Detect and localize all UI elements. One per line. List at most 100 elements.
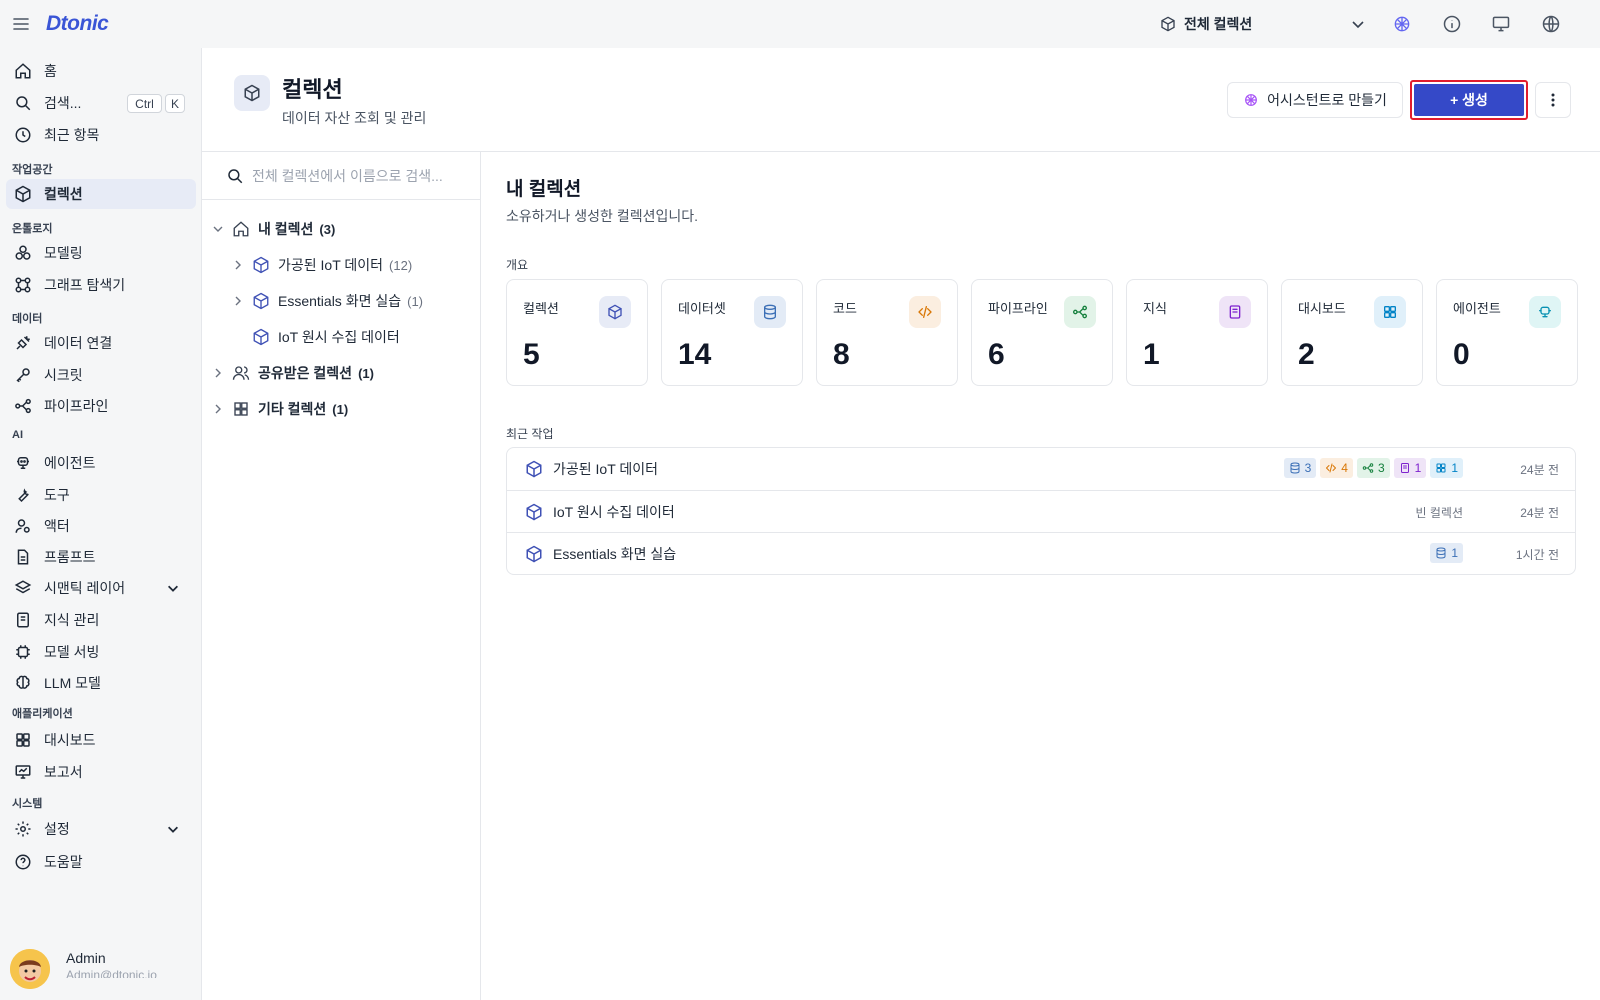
sidebar-item-reports[interactable]: 보고서 (6, 757, 196, 787)
recent-name: IoT 원시 수집 데이터 (553, 503, 675, 520)
create-with-assistant-label: 어시스턴트로 만들기 (1267, 92, 1387, 108)
tree-node-shared[interactable]: 공유받은 컬렉션 (1) (212, 359, 374, 387)
asset-badge: 3 (1356, 458, 1390, 478)
asset-badge-count: 3 (1377, 461, 1385, 475)
sidebar-item-agents[interactable]: 에이전트 (6, 448, 196, 478)
tree-node-other[interactable]: 기타 컬렉션 (1) (212, 395, 348, 423)
recent-row[interactable]: 가공된 IoT 데이터 3 4 3 1 1 24분 전 (507, 448, 1575, 490)
database-icon (754, 296, 786, 328)
sidebar-item-recent[interactable]: 최근 항목 (6, 120, 196, 150)
sidebar-item-pipelines[interactable]: 파이프라인 (6, 391, 196, 421)
recent-time: 24분 전 (1520, 506, 1559, 520)
collection-selector[interactable]: 전체 컬렉션 (1160, 10, 1366, 38)
create-button[interactable]: + 생성 (1410, 80, 1528, 120)
stat-card[interactable]: 데이터셋 14 (661, 279, 803, 386)
info-icon[interactable] (1442, 14, 1462, 34)
cube-icon (525, 503, 543, 521)
sidebar-item-label: 그래프 탐색기 (44, 277, 126, 293)
stat-label: 코드 (833, 301, 857, 316)
stat-value: 6 (988, 338, 1005, 371)
section-label-system: 시스템 (12, 798, 43, 810)
logo[interactable]: Dtonic (46, 12, 109, 36)
topbar: Dtonic 전체 컬렉션 (0, 0, 1600, 48)
chevron-right-icon (212, 367, 224, 379)
tree-node-my-collections[interactable]: 내 컬렉션 (3) (212, 215, 335, 243)
dashboard-icon (1374, 296, 1406, 328)
cube-icon (252, 328, 270, 346)
create-with-assistant-button[interactable]: 어시스턴트로 만들기 (1227, 82, 1403, 118)
section-subtitle: 소유하거나 생성한 컬렉션입니다. (506, 208, 698, 224)
sidebar: 홈 검색... Ctrl K 최근 항목 작업공간 컬렉션 온톨로지 모델링 그… (0, 48, 200, 1000)
sidebar-item-search[interactable]: 검색... Ctrl K (6, 88, 196, 118)
stat-card[interactable]: 컬렉션 5 (506, 279, 648, 386)
cube-icon (525, 460, 543, 478)
chevron-down-icon (166, 581, 180, 595)
kbd-ctrl: Ctrl (127, 94, 162, 113)
tree-node-processed-iot[interactable]: 가공된 IoT 데이터 (12) (232, 251, 412, 279)
stat-card[interactable]: 파이프라인 6 (971, 279, 1113, 386)
globe-icon[interactable] (1541, 14, 1561, 34)
tree-node-count: (12) (389, 257, 413, 273)
sidebar-item-label: 최근 항목 (44, 127, 100, 143)
stat-value: 8 (833, 338, 850, 371)
more-options-button[interactable] (1535, 82, 1571, 118)
chevron-right-icon (232, 259, 244, 271)
tree-node-essentials[interactable]: Essentials 화면 실습 (1) (232, 287, 423, 315)
chevron-down-icon (1350, 16, 1366, 32)
sidebar-item-secrets[interactable]: 시크릿 (6, 360, 196, 390)
stat-card[interactable]: 지식 1 (1126, 279, 1268, 386)
page-subtitle: 데이터 자산 조회 및 관리 (282, 110, 427, 126)
stat-label: 컬렉션 (523, 301, 559, 316)
sidebar-item-graph[interactable]: 그래프 탐색기 (6, 270, 196, 300)
home-icon (14, 62, 32, 80)
sidebar-item-dashboards[interactable]: 대시보드 (6, 725, 196, 755)
app: Dtonic 전체 컬렉션 홈 검색... Ctrl K 최근 항목 작업공간 … (0, 0, 1600, 1000)
sidebar-item-model-serving[interactable]: 모델 서빙 (6, 637, 196, 667)
tree-node-count: (3) (319, 221, 336, 237)
tree-node-iot-raw[interactable]: IoT 원시 수집 데이터 (252, 323, 400, 351)
menu-icon[interactable] (12, 15, 30, 33)
stat-label: 파이프라인 (988, 301, 1048, 316)
stat-card[interactable]: 코드 8 (816, 279, 958, 386)
sidebar-item-home[interactable]: 홈 (6, 56, 196, 86)
stat-card[interactable]: 대시보드 2 (1281, 279, 1423, 386)
chevron-down-icon (212, 223, 224, 235)
asset-badges: 3 4 3 1 1 (1280, 458, 1463, 478)
sidebar-item-label: 지식 관리 (44, 612, 100, 628)
sidebar-item-tools[interactable]: 도구 (6, 480, 196, 510)
sidebar-item-label: 보고서 (44, 764, 83, 780)
recent-row[interactable]: Essentials 화면 실습 1 1시간 전 (507, 532, 1575, 574)
sidebar-item-settings[interactable]: 설정 (6, 814, 196, 844)
section-title: 내 컬렉션 (506, 179, 582, 200)
sidebar-item-help[interactable]: 도움말 (6, 847, 196, 877)
recent-name: 가공된 IoT 데이터 (553, 461, 659, 477)
sidebar-item-actors[interactable]: 액터 (6, 511, 196, 541)
sidebar-item-modeling[interactable]: 모델링 (6, 238, 196, 268)
recent-row[interactable]: IoT 원시 수집 데이터 빈 컬렉션 24분 전 (507, 490, 1575, 532)
layers-icon (14, 579, 32, 597)
stat-card[interactable]: 에이전트 0 (1436, 279, 1578, 386)
home-icon (232, 220, 250, 238)
tree-search-input[interactable] (252, 167, 481, 184)
monitor-icon[interactable] (1491, 14, 1511, 34)
section-label-data: 데이터 (12, 313, 43, 325)
chevron-right-icon (212, 403, 224, 415)
sidebar-item-label: LLM 모델 (44, 675, 101, 691)
section-label-apps: 애플리케이션 (12, 708, 73, 720)
sidebar-item-prompts[interactable]: 프롬프트 (6, 542, 196, 572)
key-icon (14, 366, 32, 384)
user-profile[interactable]: Admin Admin@dtonic.io (10, 946, 196, 992)
recent-time: 24분 전 (1520, 463, 1559, 477)
sidebar-item-data-connection[interactable]: 데이터 연결 (6, 328, 196, 358)
chip-icon (14, 643, 32, 661)
asset-badge-count: 4 (1341, 461, 1348, 475)
sidebar-item-llm[interactable]: LLM 모델 (6, 668, 196, 698)
sidebar-item-collections[interactable]: 컬렉션 (6, 179, 196, 209)
tree-node-count: (1) (407, 293, 423, 309)
cube-icon (525, 545, 543, 563)
sidebar-item-semantic-layer[interactable]: 시맨틱 레이어 (6, 573, 196, 603)
assistant-icon[interactable] (1392, 14, 1412, 34)
asset-badge-count: 3 (1304, 461, 1312, 475)
sidebar-item-knowledge[interactable]: 지식 관리 (6, 605, 196, 635)
sidebar-item-label: 대시보드 (44, 732, 96, 748)
